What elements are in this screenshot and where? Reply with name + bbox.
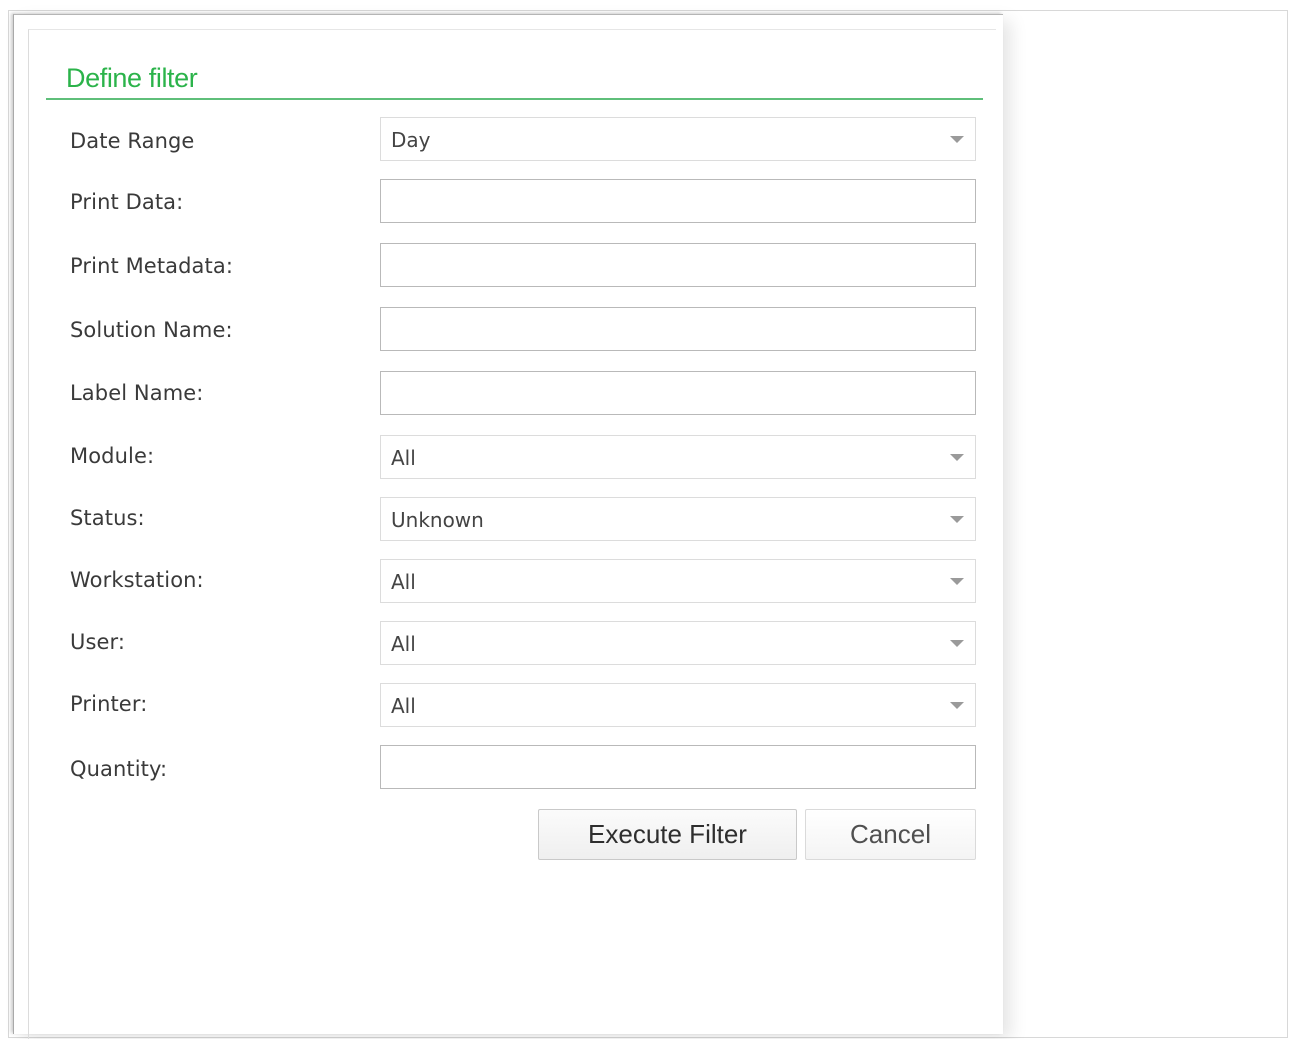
label-name-input[interactable] <box>381 372 975 414</box>
print-metadata-field-box <box>380 243 976 287</box>
user-value: All <box>391 632 416 656</box>
title-divider <box>46 98 983 100</box>
print-data-input[interactable] <box>381 180 975 222</box>
dialog-title: Define filter <box>66 63 198 93</box>
label-name-field-box <box>380 371 976 415</box>
chevron-down-icon <box>950 578 964 585</box>
cancel-button[interactable]: Cancel <box>805 809 976 860</box>
date-range-select[interactable]: Day <box>380 117 976 161</box>
solution-name-input[interactable] <box>381 308 975 350</box>
solution-name-label: Solution Name: <box>70 318 233 342</box>
printer-value: All <box>391 694 416 718</box>
chevron-down-icon <box>950 640 964 647</box>
print-data-field-box <box>380 179 976 223</box>
workstation-select[interactable]: All <box>380 559 976 603</box>
quantity-input[interactable] <box>381 746 975 788</box>
status-label: Status: <box>70 506 145 530</box>
printer-select[interactable]: All <box>380 683 976 727</box>
date-range-label: Date Range <box>70 129 195 153</box>
print-metadata-label: Print Metadata: <box>70 254 233 278</box>
execute-filter-button[interactable]: Execute Filter <box>538 809 797 860</box>
solution-name-field-box <box>380 307 976 351</box>
module-value: All <box>391 446 416 470</box>
print-data-label: Print Data: <box>70 190 184 214</box>
module-label: Module: <box>70 444 155 468</box>
status-select[interactable]: Unknown <box>380 497 976 541</box>
user-select[interactable]: All <box>380 621 976 665</box>
workstation-label: Workstation: <box>70 568 204 592</box>
quantity-field-box <box>380 745 976 789</box>
chevron-down-icon <box>950 516 964 523</box>
module-select[interactable]: All <box>380 435 976 479</box>
print-metadata-input[interactable] <box>381 244 975 286</box>
chevron-down-icon <box>950 454 964 461</box>
quantity-label: Quantity: <box>70 757 168 781</box>
label-name-label: Label Name: <box>70 381 204 405</box>
printer-label: Printer: <box>70 692 148 716</box>
status-value: Unknown <box>391 508 484 532</box>
workstation-value: All <box>391 570 416 594</box>
user-label: User: <box>70 630 126 654</box>
chevron-down-icon <box>950 136 964 143</box>
chevron-down-icon <box>950 702 964 709</box>
date-range-value: Day <box>391 128 431 152</box>
